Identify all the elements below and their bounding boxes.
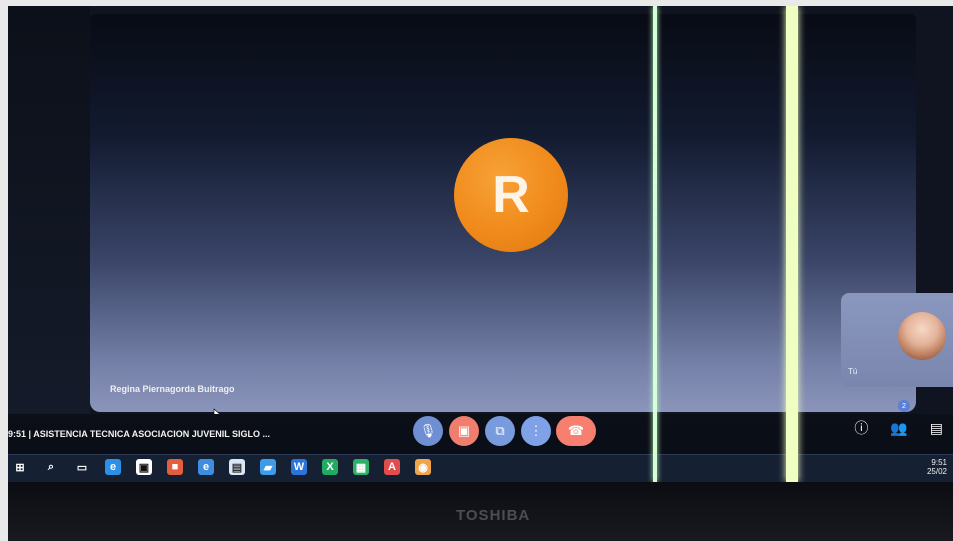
pdf-icon[interactable]: A (384, 459, 400, 475)
screen: R Regina Piernagorda Buitrago Tú 9:51 | … (8, 6, 953, 482)
present-screen-icon: ⧉ (495, 423, 505, 438)
more-options-icon: ⋮ (529, 423, 543, 438)
app-icon-red[interactable]: ■ (167, 459, 183, 475)
chat-icon[interactable]: ▤ (930, 420, 943, 437)
right-controls: ⓘ 👥 ▤ (854, 418, 943, 438)
brand-logo: TOSHIBA (456, 507, 531, 524)
excel-icon[interactable]: X (322, 459, 338, 475)
file-icon[interactable]: ▤ (229, 459, 245, 475)
more-button[interactable]: ⋮ (521, 416, 551, 446)
internet-explorer-icon[interactable]: e (198, 459, 214, 475)
store-icon[interactable]: ▣ (136, 459, 152, 475)
info-icon[interactable]: ⓘ (854, 418, 868, 438)
clock-time: 9:51 (931, 458, 947, 467)
microphone-icon: 🎙 (419, 423, 437, 438)
search-icon[interactable]: ⌕ (43, 459, 59, 475)
spreadsheet-icon[interactable]: ▦ (353, 459, 369, 475)
people-icon[interactable]: 👥 (890, 420, 907, 437)
participant-avatar: R (454, 138, 568, 252)
people-count-badge: 2 (898, 400, 910, 412)
meeting-title: 9:51 | ASISTENCIA TECNICA ASOCIACION JUV… (8, 429, 271, 439)
edge-icon[interactable]: e (105, 459, 121, 475)
hangup-icon: ☎ (567, 423, 585, 438)
screen-artifact-line (653, 6, 657, 482)
start-icon[interactable]: ⊞ (12, 459, 28, 475)
hangup-button[interactable]: ☎ (556, 416, 596, 446)
screen-artifact-line (786, 6, 798, 482)
folder-icon[interactable]: ▰ (260, 459, 276, 475)
self-label: Tú (848, 367, 858, 376)
task-view-icon[interactable]: ▭ (74, 459, 90, 475)
firefox-icon[interactable]: ◉ (415, 459, 431, 475)
taskbar-clock[interactable]: 9:51 25/02 (927, 458, 947, 476)
word-icon[interactable]: W (291, 459, 307, 475)
clock-date: 25/02 (926, 467, 947, 476)
left-dark-panel (8, 6, 90, 426)
monitor-frame: R Regina Piernagorda Buitrago Tú 9:51 | … (8, 6, 953, 541)
mic-button[interactable]: 🎙 (413, 416, 443, 446)
camera-icon: ▣ (457, 423, 471, 438)
participant-initial: R (492, 166, 530, 224)
taskbar-icons: ⊞ ⌕ ▭ e ▣ ■ e ▤ ▰ W X ▦ A ◉ (12, 459, 431, 475)
windows-taskbar: ⊞ ⌕ ▭ e ▣ ■ e ▤ ▰ W X ▦ A ◉ 9:51 25/02 (8, 454, 953, 482)
camera-button[interactable]: ▣ (449, 416, 479, 446)
present-button[interactable]: ⧉ (485, 416, 515, 446)
participant-name: Regina Piernagorda Buitrago (110, 384, 235, 394)
self-avatar (898, 312, 946, 360)
